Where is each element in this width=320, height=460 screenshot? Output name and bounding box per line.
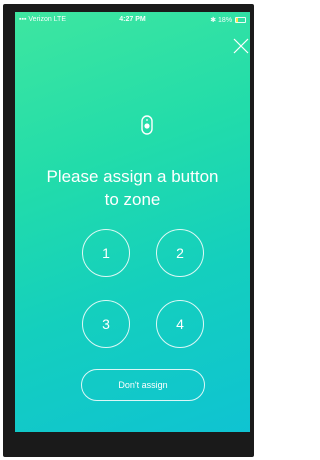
zone-button-3[interactable]: 3 <box>82 300 130 348</box>
title-line-2: to zone <box>104 190 161 209</box>
zone-button-2[interactable]: 2 <box>156 229 204 277</box>
phone-frame: ▪▪▪ Verizon LTE 4:27 PM ✱ 18% Please ass… <box>3 4 254 457</box>
bluetooth-icon: ✱ <box>210 17 219 24</box>
button-device-icon <box>141 115 153 135</box>
dont-assign-button[interactable]: Don't assign <box>81 369 205 401</box>
status-right-group: ✱ 18% <box>210 16 246 24</box>
page-title: Please assign a button to zone <box>15 165 250 211</box>
zone-button-4[interactable]: 4 <box>156 300 204 348</box>
title-line-1: Please assign a button <box>46 167 219 186</box>
app-screen: ▪▪▪ Verizon LTE 4:27 PM ✱ 18% Please ass… <box>15 12 250 432</box>
status-bar: ▪▪▪ Verizon LTE 4:27 PM ✱ 18% <box>15 12 250 28</box>
zone-button-1[interactable]: 1 <box>82 229 130 277</box>
battery-percent: 18% <box>218 17 233 24</box>
close-icon[interactable] <box>233 38 249 54</box>
battery-icon <box>235 17 246 24</box>
